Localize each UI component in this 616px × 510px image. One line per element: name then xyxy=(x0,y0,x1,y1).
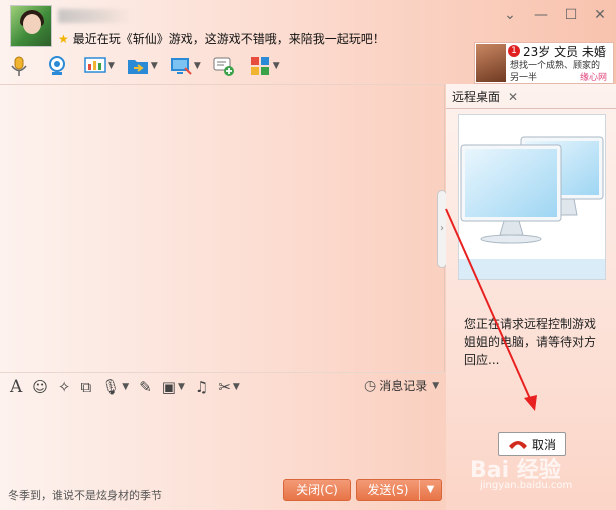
magic-icon[interactable]: ✧ xyxy=(58,378,71,396)
chevron-down-icon[interactable]: ▼ xyxy=(233,382,240,392)
contact-signature: ★ 最近在玩《斩仙》游戏，这游戏不错哦，来陪我一起玩吧！ xyxy=(58,32,385,46)
remote-desktop-icon[interactable] xyxy=(170,55,192,77)
history-label: 消息记录 xyxy=(379,379,428,393)
clock-icon: ◷ xyxy=(364,377,377,394)
annotation-arrow xyxy=(445,208,537,411)
chevron-down-icon[interactable]: ▼ xyxy=(151,61,158,71)
tab-divider xyxy=(446,108,616,109)
chevron-down-icon[interactable]: ▼ xyxy=(108,61,115,71)
chat-history-area[interactable] xyxy=(0,84,445,372)
chevron-down-icon[interactable]: ▼ xyxy=(194,61,201,71)
send-button[interactable]: 发送(S) ▼ xyxy=(356,479,442,501)
scissors-icon[interactable]: ✂ xyxy=(218,378,231,396)
image-icon[interactable]: ▣ xyxy=(162,378,176,396)
chevron-down-icon[interactable]: ⌄ xyxy=(500,6,520,24)
watermark-url: jingyan.baidu.com xyxy=(480,480,573,491)
cancel-label: 取消 xyxy=(531,437,556,452)
music-icon[interactable]: ♫ xyxy=(195,378,208,396)
screen-share-icon[interactable] xyxy=(84,55,106,77)
contact-avatar[interactable] xyxy=(10,5,52,47)
toolbar: ▼ ▼ ▼ ▼ xyxy=(8,52,280,80)
screenshot-icon[interactable]: ⧉ xyxy=(81,378,92,396)
tab-label: 远程桌面 xyxy=(452,90,501,104)
webcam-icon[interactable] xyxy=(46,55,68,77)
message-add-icon[interactable] xyxy=(213,55,235,77)
minimize-icon[interactable]: — xyxy=(531,6,551,24)
ad-photo xyxy=(476,44,506,82)
hang-up-icon xyxy=(508,441,527,449)
maximize-icon[interactable]: ☐ xyxy=(561,6,581,24)
ad-badge: 1 xyxy=(508,45,520,57)
ad-brand: 缘心网 xyxy=(579,73,607,83)
star-icon: ★ xyxy=(58,32,69,46)
close-button[interactable]: 关闭(C) xyxy=(283,479,351,501)
microphone-icon[interactable] xyxy=(8,55,30,77)
chevron-down-icon[interactable]: ▼ xyxy=(273,61,280,71)
voice-icon[interactable]: 🎙 xyxy=(101,378,120,396)
font-icon[interactable]: A xyxy=(10,377,22,397)
file-transfer-icon[interactable] xyxy=(127,55,149,77)
message-input[interactable] xyxy=(0,400,445,476)
close-icon[interactable]: ✕ xyxy=(508,90,518,104)
chevron-down-icon[interactable]: ▼ xyxy=(420,480,441,500)
close-icon[interactable]: ✕ xyxy=(590,6,610,24)
apps-icon[interactable] xyxy=(249,55,271,77)
chevron-down-icon[interactable]: ▼ xyxy=(178,382,185,392)
emoji-icon[interactable]: ☺ xyxy=(32,378,48,396)
ad-line-3: 另一半 xyxy=(510,73,538,83)
message-history-button[interactable]: ◷ 消息记录 ▼ xyxy=(364,377,439,394)
chevron-down-icon[interactable]: ▼ xyxy=(122,382,129,392)
dating-ad[interactable]: 1 23岁 文员 未婚 想找一个成熟、顾家的 另一半 缘心网 xyxy=(474,42,614,84)
edit-icon[interactable]: ✎ xyxy=(139,378,152,396)
send-label[interactable]: 发送(S) xyxy=(357,480,420,500)
contact-name-blurred xyxy=(58,9,133,23)
footer-tip[interactable]: 冬季到，谁说不是炫身材的季节 xyxy=(8,487,162,503)
tab-remote-desktop[interactable]: 远程桌面 ✕ xyxy=(452,88,518,105)
chevron-down-icon: ▼ xyxy=(432,380,440,391)
